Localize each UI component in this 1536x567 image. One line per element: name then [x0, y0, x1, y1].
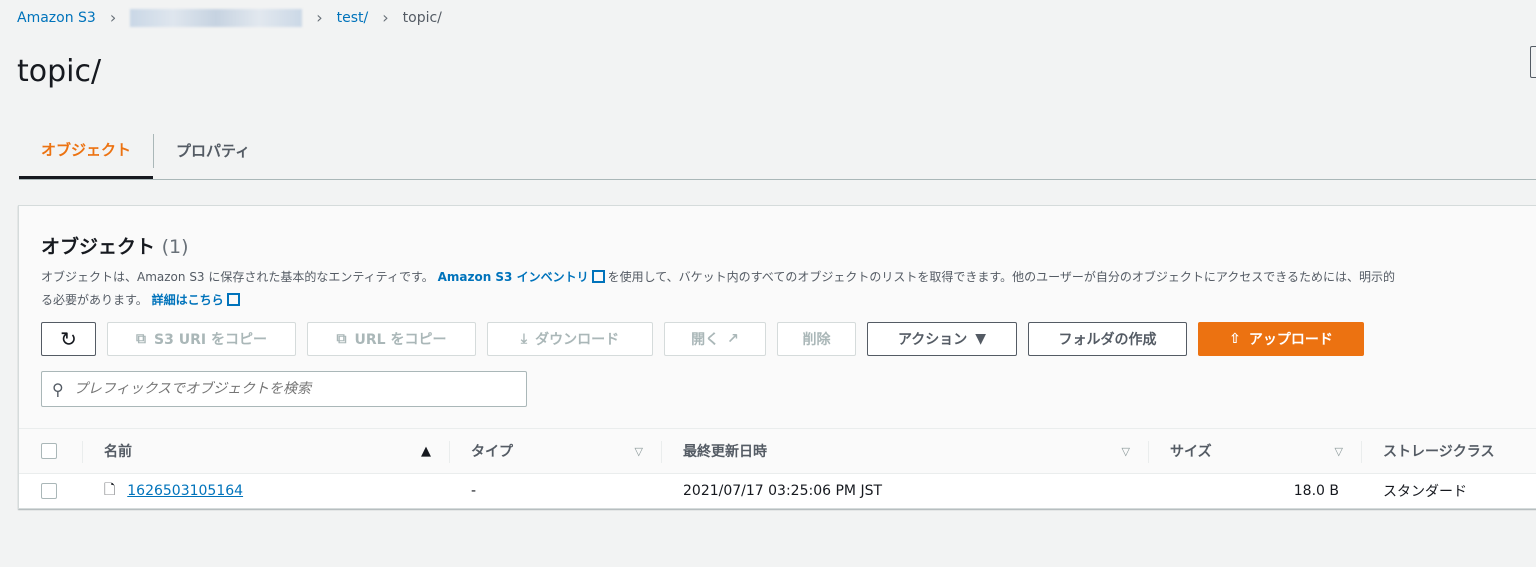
sort-icon: ▽ — [1334, 444, 1343, 458]
object-link[interactable]: 1626503105164 — [127, 483, 243, 499]
upload-icon: ⇧ — [1229, 331, 1241, 347]
search-input[interactable] — [73, 381, 526, 397]
header-label: 名前 — [104, 444, 132, 460]
table-header: 名前 ▲ タイプ ▽ 最終更新日時 ▽ サイズ ▽ ストレージクラス — [19, 428, 1536, 474]
download-button[interactable]: ⤓ ダウンロード — [487, 322, 653, 356]
external-link-icon: ↗ — [727, 331, 739, 347]
breadcrumb-test[interactable]: test/ — [337, 10, 369, 26]
storage-cell: スタンダード — [1383, 484, 1467, 500]
header-label: 最終更新日時 — [683, 444, 767, 460]
panel-title-text: オブジェクト — [41, 236, 156, 258]
row-select-cell — [19, 474, 82, 508]
column-header-size[interactable]: サイズ ▽ — [1148, 429, 1361, 473]
header-label: ストレージクラス — [1383, 444, 1495, 460]
tab-bar: オブジェクト プロパティ — [19, 122, 1536, 180]
chevron-right-icon: › — [316, 8, 323, 27]
learn-more-link[interactable]: 詳細はこちら — [152, 293, 224, 307]
button-label: 削除 — [802, 332, 831, 348]
search-icon: ⚲ — [52, 379, 64, 399]
refresh-button[interactable]: ↻ — [41, 322, 96, 356]
object-count: (1) — [161, 236, 189, 258]
desc-text: オブジェクトは、Amazon S3 に保存された基本的なエンティティです。 — [41, 270, 434, 284]
page-title: topic/ — [17, 54, 102, 89]
column-header-name[interactable]: 名前 ▲ — [82, 429, 449, 473]
type-cell: - — [471, 483, 477, 499]
name-cell: 🗋 1626503105164 — [82, 474, 449, 508]
sort-icon: ▽ — [1121, 444, 1130, 458]
breadcrumb-bucket-blurred[interactable] — [130, 8, 303, 27]
breadcrumb-current: topic/ — [402, 9, 442, 26]
select-all-checkbox[interactable] — [41, 443, 57, 459]
copy-icon: ⧉ — [336, 331, 347, 347]
button-label: アクション — [897, 332, 968, 348]
upload-button[interactable]: ⇧ アップロード — [1198, 322, 1364, 356]
toolbar: ↻ ⧉ S3 URI をコピー ⧉ URL をコピー ⤓ ダウンロード 開く ↗ 削除 … — [41, 322, 1364, 356]
external-link-icon — [226, 293, 240, 306]
row-checkbox[interactable] — [41, 483, 57, 499]
caret-down-icon: ▼ — [975, 331, 987, 347]
header-label: サイズ — [1170, 444, 1212, 460]
actions-dropdown[interactable]: アクション ▼ — [867, 322, 1017, 356]
desc-text: を使用して、バケット内のすべてのオブジェクトのリストを取得できます。他のユーザー… — [607, 270, 1396, 284]
objects-panel: オブジェクト (1) オブジェクトは、Amazon S3 に保存された基本的なエ… — [18, 205, 1536, 509]
select-all-cell — [19, 429, 82, 473]
button-label: アップロード — [1248, 332, 1333, 348]
tab-properties[interactable]: プロパティ — [154, 122, 272, 179]
search-box: ⚲ — [41, 371, 527, 407]
modified-cell: 2021/07/17 03:25:06 PM JST — [683, 483, 883, 499]
external-link-icon — [591, 270, 605, 283]
column-header-storage[interactable]: ストレージクラス — [1361, 429, 1536, 473]
copy-s3-uri-button[interactable]: ⧉ S3 URI をコピー — [107, 322, 296, 356]
refresh-icon: ↻ — [60, 327, 77, 351]
delete-button[interactable]: 削除 — [777, 322, 856, 356]
breadcrumb: Amazon S3 › › test/ › topic/ — [17, 8, 442, 27]
button-label: フォルダの作成 — [1058, 332, 1157, 348]
inventory-link[interactable]: Amazon S3 インベントリ — [438, 270, 589, 284]
button-label: URL をコピー — [354, 332, 447, 348]
header-label: タイプ — [471, 444, 513, 460]
create-folder-button[interactable]: フォルダの作成 — [1028, 322, 1187, 356]
sort-ascending-icon: ▲ — [421, 443, 431, 459]
download-icon: ⤓ — [520, 331, 528, 347]
copy-button-partial[interactable] — [1530, 46, 1536, 78]
tab-objects[interactable]: オブジェクト — [19, 122, 154, 179]
button-label: 開く — [691, 332, 720, 348]
button-label: S3 URI をコピー — [154, 332, 267, 348]
column-header-type[interactable]: タイプ ▽ — [449, 429, 661, 473]
chevron-right-icon: › — [382, 8, 389, 27]
button-label: ダウンロード — [535, 332, 620, 348]
open-button[interactable]: 開く ↗ — [664, 322, 766, 356]
chevron-right-icon: › — [109, 8, 117, 27]
breadcrumb-amazon-s3[interactable]: Amazon S3 — [17, 10, 96, 26]
size-cell: 18.0 B — [1293, 483, 1339, 499]
panel-description: オブジェクトは、Amazon S3 に保存された基本的なエンティティです。 Am… — [41, 266, 1536, 312]
table-row: 🗋 1626503105164 - 2021/07/17 03:25:06 PM … — [19, 474, 1536, 508]
panel-title: オブジェクト (1) — [41, 232, 189, 259]
sort-icon: ▽ — [634, 444, 643, 458]
desc-text: る必要があります。 — [41, 293, 148, 307]
column-header-modified[interactable]: 最終更新日時 ▽ — [661, 429, 1148, 473]
copy-icon: ⧉ — [136, 331, 147, 347]
copy-url-button[interactable]: ⧉ URL をコピー — [307, 322, 476, 356]
file-icon: 🗋 — [104, 482, 116, 498]
